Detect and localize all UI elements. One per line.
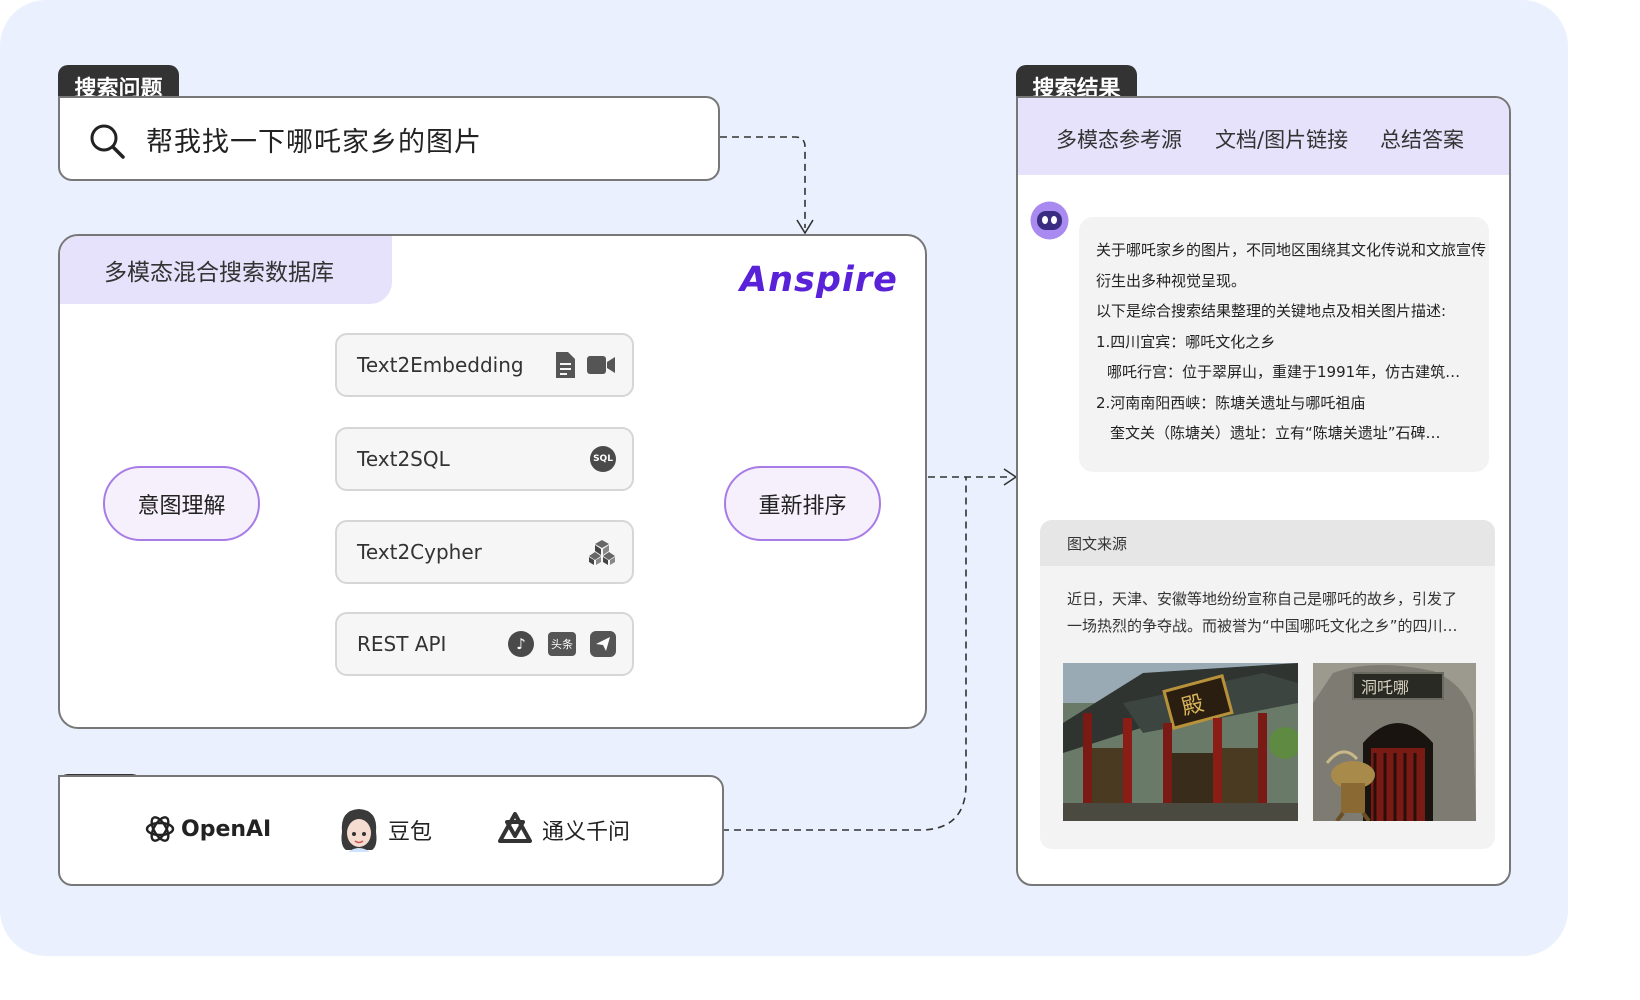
toutiao-icon: 头条 <box>548 632 576 656</box>
method-label: Text2Cypher <box>357 540 482 564</box>
provider-label: 豆包 <box>388 820 433 845</box>
database-title: 多模态混合搜索数据库 <box>104 260 334 286</box>
source-title: 图文来源 <box>1067 535 1128 553</box>
intent-label: 意图理解 <box>137 493 226 519</box>
source-text-line: 近日，天津、安徽等地纷纷宣称自己是哪吒的故乡，引发了 <box>1067 590 1458 608</box>
doubao-avatar-icon <box>341 809 377 852</box>
intent-understanding-node: 意图理解 <box>103 466 260 541</box>
temple-photo[interactable]: 殿 <box>1063 663 1298 821</box>
tiktok-icon: ♪ <box>508 631 534 657</box>
paper-plane-icon <box>590 631 616 657</box>
search-icon <box>90 124 125 159</box>
search-box[interactable]: 帮我找一下哪吒家乡的图片 <box>58 96 720 181</box>
search-to-db-connector <box>720 136 806 228</box>
method-label: REST API <box>357 632 447 656</box>
document-icon <box>556 352 575 378</box>
sql-icon: SQL <box>590 446 616 472</box>
provider-label: 通义千问 <box>542 820 631 845</box>
anspire-logo: Anspire <box>740 260 898 300</box>
answer-line: 奎文关（陈塘关）遗址：立有“陈塘关遗址”石碑… <box>1110 424 1441 442</box>
openai-logo-icon <box>145 816 175 842</box>
cave-sign: 洞吒哪 <box>1361 678 1409 697</box>
answer-line: 衍生出多种视觉呈现。 <box>1096 272 1247 290</box>
source-text-line: 一场热烈的争夺战。而被誉为“中国哪吒文化之乡”的四川… <box>1067 617 1458 635</box>
results-header-item: 总结答案 <box>1380 128 1464 152</box>
cave-shrine-photo[interactable]: 洞吒哪 <box>1313 663 1476 821</box>
cubes-graph-icon <box>589 540 615 565</box>
answer-line: 2.河南南阳西峡：陈塘关遗址与哪吒祖庙 <box>1096 394 1366 412</box>
robot-avatar-icon <box>1030 201 1069 240</box>
method-text2cypher: Text2Cypher <box>335 520 634 584</box>
search-query-text: 帮我找一下哪吒家乡的图片 <box>146 127 482 158</box>
diagram-canvas: 搜索问题 帮我找一下哪吒家乡的图片 多模态混合搜索数据库 Anspire 意图理… <box>0 0 1568 956</box>
rerank-node: 重新排序 <box>724 466 881 541</box>
provider-openai: OpenAI <box>143 812 271 846</box>
answer-line: 以下是综合搜索结果整理的关键地点及相关图片描述: <box>1096 302 1447 320</box>
results-header-item: 多模态参考源 <box>1056 128 1182 152</box>
method-label: Text2Embedding <box>357 353 524 377</box>
database-title-bar: 多模态混合搜索数据库 <box>60 236 392 304</box>
video-camera-icon <box>587 356 615 374</box>
provider-label: OpenAI <box>181 816 272 842</box>
answer-line: 关于哪吒家乡的图片，不同地区围绕其文化传说和文旅宣传 <box>1096 241 1487 259</box>
method-text2sql: Text2SQL SQL <box>335 427 634 491</box>
rerank-label: 重新排序 <box>758 493 847 519</box>
tongyi-logo-icon <box>498 812 532 843</box>
method-rest-api: REST API ♪ 头条 <box>335 612 634 676</box>
method-text2embedding: Text2Embedding <box>335 333 634 397</box>
provider-doubao: 豆包 <box>338 806 432 854</box>
method-label: Text2SQL <box>357 447 450 471</box>
results-header-item: 文档/图片链接 <box>1215 128 1349 152</box>
provider-tongyi: 通义千问 <box>496 811 630 849</box>
answer-line: 哪吒行宫：位于翠屏山，重建于1991年，仿古建筑… <box>1107 363 1461 381</box>
answer-line: 1.四川宜宾：哪吒文化之乡 <box>1096 333 1276 351</box>
